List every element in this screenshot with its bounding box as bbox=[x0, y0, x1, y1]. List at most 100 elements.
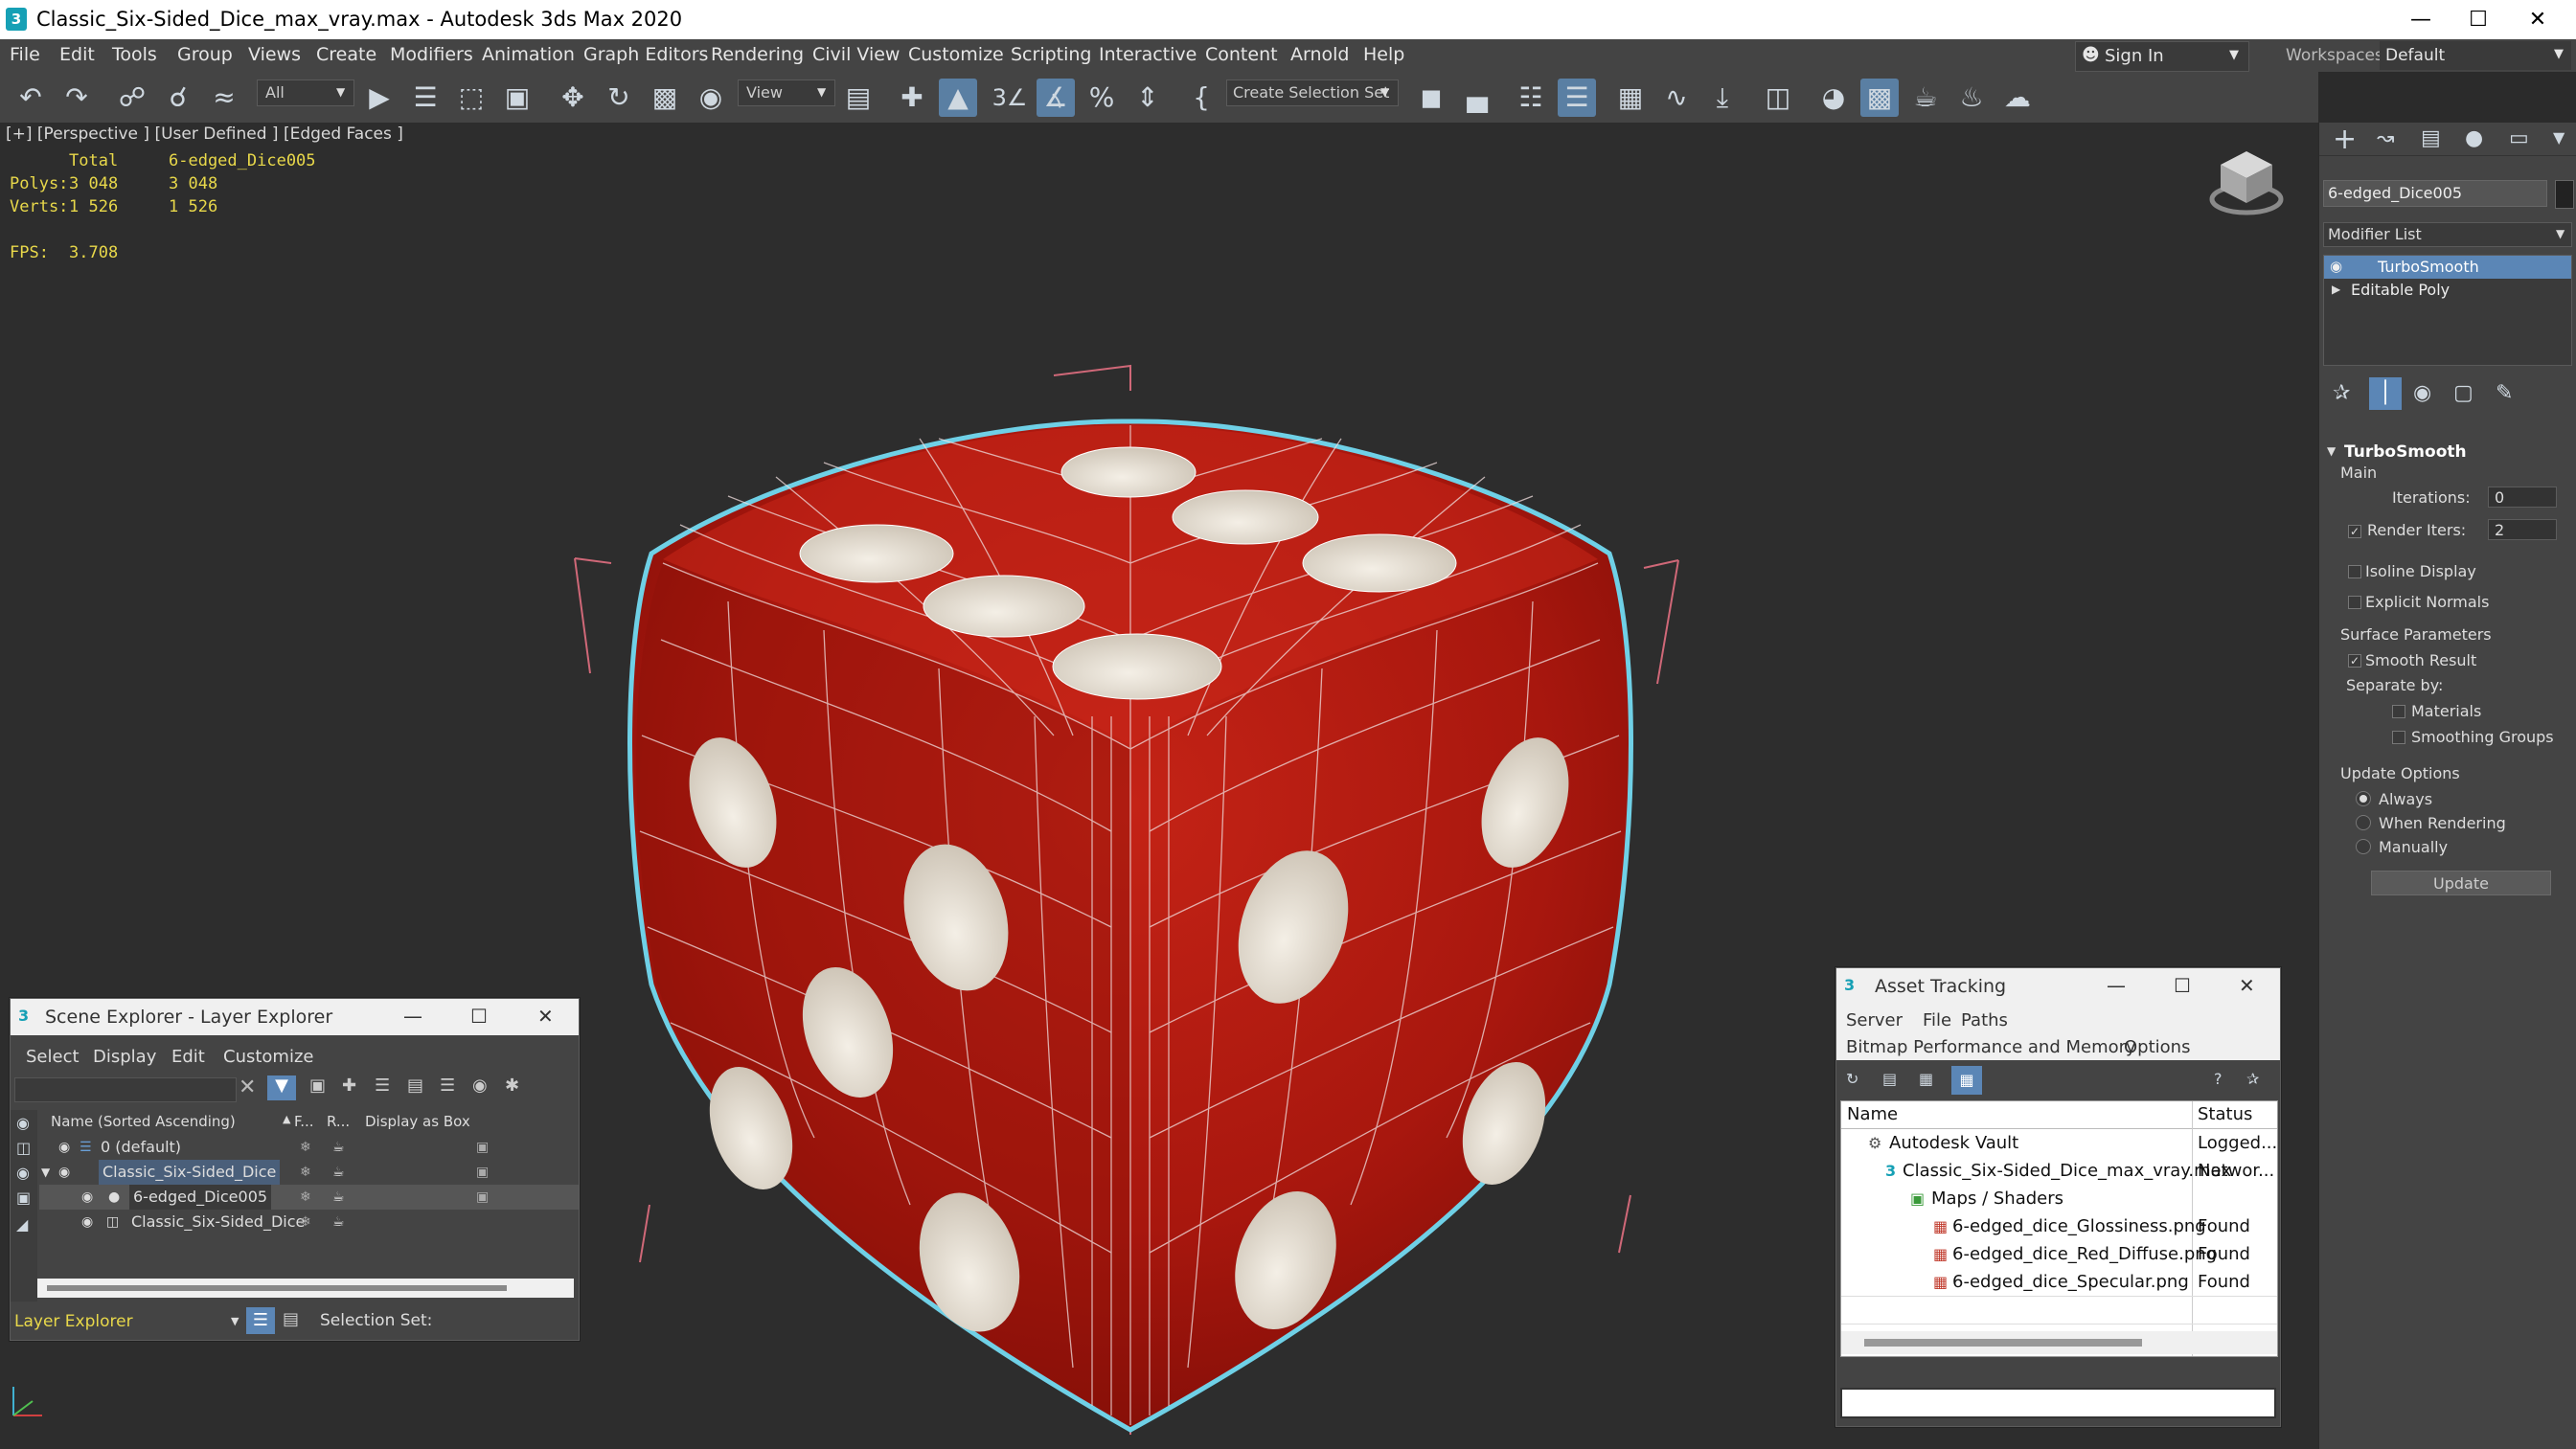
create-tab-icon[interactable]: + bbox=[2333, 123, 2357, 156]
eye-icon[interactable]: ◉ bbox=[2330, 258, 2342, 275]
collapse-arrow-icon[interactable]: ▼ bbox=[41, 1160, 50, 1185]
scene-menu-display[interactable]: Display bbox=[93, 1047, 156, 1067]
menu-views[interactable]: Views bbox=[248, 44, 301, 65]
menu-edit[interactable]: Edit bbox=[59, 44, 95, 65]
box-icon[interactable]: ▣ bbox=[476, 1185, 489, 1210]
when-rendering-radio[interactable] bbox=[2356, 815, 2371, 830]
hierarchy-tab-icon[interactable]: ▤ bbox=[2421, 126, 2441, 150]
select-manipulate-icon[interactable]: ✚ bbox=[893, 79, 931, 117]
rendered-frame-window-icon[interactable]: ☕ bbox=[1906, 79, 1945, 117]
edit-named-selection-icon[interactable]: { bbox=[1182, 79, 1220, 117]
render-in-cloud-icon[interactable]: ☁ bbox=[1998, 79, 2037, 117]
maximize-icon[interactable]: ☐ bbox=[470, 1005, 488, 1028]
asset-menu-options[interactable]: Options bbox=[2124, 1037, 2190, 1057]
object-color-swatch[interactable] bbox=[2555, 180, 2574, 209]
explicit-normals-checkbox[interactable] bbox=[2348, 596, 2361, 609]
clear-search-icon[interactable]: ✕ bbox=[239, 1075, 256, 1099]
menu-interactive[interactable]: Interactive bbox=[1099, 44, 1197, 65]
list-view-icon[interactable]: ▤ bbox=[1882, 1070, 1897, 1088]
reference-coordinate-dropdown[interactable]: View ▼ bbox=[738, 79, 835, 106]
place-icon[interactable]: ◉ bbox=[692, 79, 730, 117]
display-tab-icon[interactable]: ▭ bbox=[2509, 126, 2529, 150]
asset-row[interactable]: ▦ 6-edged_dice_Red_Diffuse.png Found bbox=[1841, 1240, 2277, 1268]
column-name[interactable]: Name (Sorted Ascending) bbox=[51, 1113, 236, 1130]
move-icon[interactable]: ✥ bbox=[554, 79, 592, 117]
isoline-display-checkbox[interactable] bbox=[2348, 565, 2361, 578]
table-view-icon[interactable]: ▦ bbox=[1951, 1066, 1982, 1095]
viewport-label[interactable]: [+] [Perspective ] [User Defined ] [Edge… bbox=[6, 125, 403, 144]
asset-menu-bitmap-performance[interactable]: Bitmap Performance and Memory bbox=[1846, 1037, 2136, 1057]
selection-set-dropdown[interactable]: Create Selection Set ▼ bbox=[1226, 79, 1399, 106]
display-shapes-icon[interactable]: ◫ bbox=[16, 1139, 31, 1157]
render-iters-checkbox[interactable]: ✓ bbox=[2348, 525, 2361, 538]
refresh-icon[interactable]: ↻ bbox=[1846, 1070, 1858, 1088]
menu-animation[interactable]: Animation bbox=[482, 44, 575, 65]
freeze-icon[interactable]: ❄ bbox=[300, 1185, 311, 1210]
material-editor-icon[interactable]: ◕ bbox=[1814, 79, 1853, 117]
horizontal-scrollbar[interactable] bbox=[37, 1279, 574, 1298]
sparkle-icon[interactable]: ✱ bbox=[505, 1075, 519, 1096]
eye-icon[interactable]: ◉ bbox=[81, 1210, 93, 1234]
minimize-icon[interactable]: — bbox=[403, 1005, 422, 1028]
asset-tracking-titlebar[interactable]: 3 Asset Tracking — ☐ ✕ bbox=[1836, 968, 2280, 1005]
motion-tab-icon[interactable]: ● bbox=[2465, 126, 2483, 150]
menu-content[interactable]: Content bbox=[1205, 44, 1278, 65]
asset-path-field[interactable] bbox=[1840, 1388, 2276, 1418]
help-icon[interactable]: ? bbox=[2214, 1070, 2223, 1088]
select-object-icon[interactable]: ▶ bbox=[360, 79, 399, 117]
pin-stack-icon[interactable]: ✰ bbox=[2333, 381, 2350, 405]
freeze-icon[interactable]: ❄ bbox=[300, 1160, 311, 1185]
scene-menu-customize[interactable]: Customize bbox=[223, 1047, 313, 1067]
modifier-list-dropdown[interactable]: Modifier List ▼ bbox=[2323, 222, 2572, 247]
eye-icon[interactable]: ◉ bbox=[81, 1185, 93, 1210]
render-production-icon[interactable]: ♨ bbox=[1952, 79, 1991, 117]
close-icon[interactable]: ✕ bbox=[2239, 974, 2255, 997]
remove-modifier-icon[interactable]: ▢ bbox=[2453, 381, 2473, 405]
show-end-result-icon[interactable]: │ bbox=[2369, 377, 2402, 410]
scene-explorer-titlebar[interactable]: 3 Scene Explorer - Layer Explorer — ☐ ✕ bbox=[11, 999, 579, 1035]
box-icon[interactable]: ▣ bbox=[476, 1160, 489, 1185]
undo-icon[interactable]: ↶ bbox=[11, 79, 50, 117]
asset-row[interactable]: ⚙ Autodesk Vault Logged... bbox=[1841, 1129, 2277, 1157]
eye-icon[interactable]: ◉ bbox=[58, 1160, 70, 1185]
asset-menu-file[interactable]: File bbox=[1923, 1010, 1951, 1030]
column-status[interactable]: Status bbox=[2198, 1104, 2252, 1124]
tree-row[interactable]: ◉ ◫ Classic_Six-Sided_Dice ❄ ☕ bbox=[39, 1210, 579, 1234]
schematic-view-icon[interactable]: ◫ bbox=[1759, 79, 1797, 117]
toggle-scene-explorer-icon[interactable]: ☷ bbox=[1512, 79, 1550, 117]
asset-row[interactable]: ▦ 6-edged_dice_Specular.png Found bbox=[1841, 1268, 2277, 1296]
teapot-icon[interactable]: ☕ bbox=[332, 1160, 345, 1185]
menu-create[interactable]: Create bbox=[316, 44, 376, 65]
toggle-ribbon-icon[interactable]: ▦ bbox=[1611, 79, 1650, 117]
tree-view-icon[interactable]: ▦ bbox=[1919, 1070, 1933, 1088]
bind-space-warp-icon[interactable]: ≈ bbox=[205, 79, 243, 117]
close-icon[interactable]: ✕ bbox=[2499, 0, 2576, 39]
window-crossing-icon[interactable]: ▣ bbox=[498, 79, 536, 117]
snaps-toggle-icon[interactable]: 3∠ bbox=[991, 79, 1029, 117]
make-unique-icon[interactable]: ◉ bbox=[2413, 381, 2431, 405]
menu-group[interactable]: Group bbox=[177, 44, 233, 65]
display-lights-icon[interactable]: ◉ bbox=[16, 1164, 30, 1182]
tree-row[interactable]: ▼ ◉ Classic_Six-Sided_Dice ❄ ☕ ▣ bbox=[39, 1160, 579, 1185]
eye-icon[interactable]: ◉ bbox=[58, 1135, 70, 1160]
minimize-icon[interactable]: — bbox=[2107, 974, 2126, 997]
asset-row[interactable]: ▣ Maps / Shaders bbox=[1841, 1185, 2277, 1212]
asset-horizontal-scrollbar[interactable] bbox=[1841, 1331, 2277, 1354]
hierarchy-icon[interactable]: ▤ bbox=[407, 1075, 423, 1096]
tree-row[interactable]: ◉ ☰ 0 (default) ❄ ☕ ▣ bbox=[39, 1135, 579, 1160]
unlink-icon[interactable]: ☌ bbox=[159, 79, 197, 117]
angle-snap-icon[interactable]: ∡ bbox=[1037, 79, 1075, 117]
menu-graph-editors[interactable]: Graph Editors bbox=[583, 44, 708, 65]
menu-arnold[interactable]: Arnold bbox=[1290, 44, 1349, 65]
teapot-icon[interactable]: ☕ bbox=[332, 1210, 345, 1234]
scene-menu-select[interactable]: Select bbox=[26, 1047, 80, 1067]
asset-row[interactable]: ▦ 6-edged_dice_Glossiness.png Found bbox=[1841, 1212, 2277, 1240]
sign-in-dropdown[interactable]: ☻ Sign In ▼ bbox=[2075, 41, 2249, 72]
iterations-spinner[interactable]: 0 bbox=[2488, 487, 2557, 508]
smooth-result-checkbox[interactable]: ✓ bbox=[2348, 654, 2361, 668]
scrollbar-thumb[interactable] bbox=[47, 1285, 507, 1291]
render-iters-spinner[interactable]: 2 bbox=[2488, 519, 2557, 540]
percent-snap-icon[interactable]: % bbox=[1083, 79, 1121, 117]
layers-mode-icon[interactable]: ☰ bbox=[246, 1307, 275, 1334]
teapot-icon[interactable]: ☕ bbox=[332, 1185, 345, 1210]
